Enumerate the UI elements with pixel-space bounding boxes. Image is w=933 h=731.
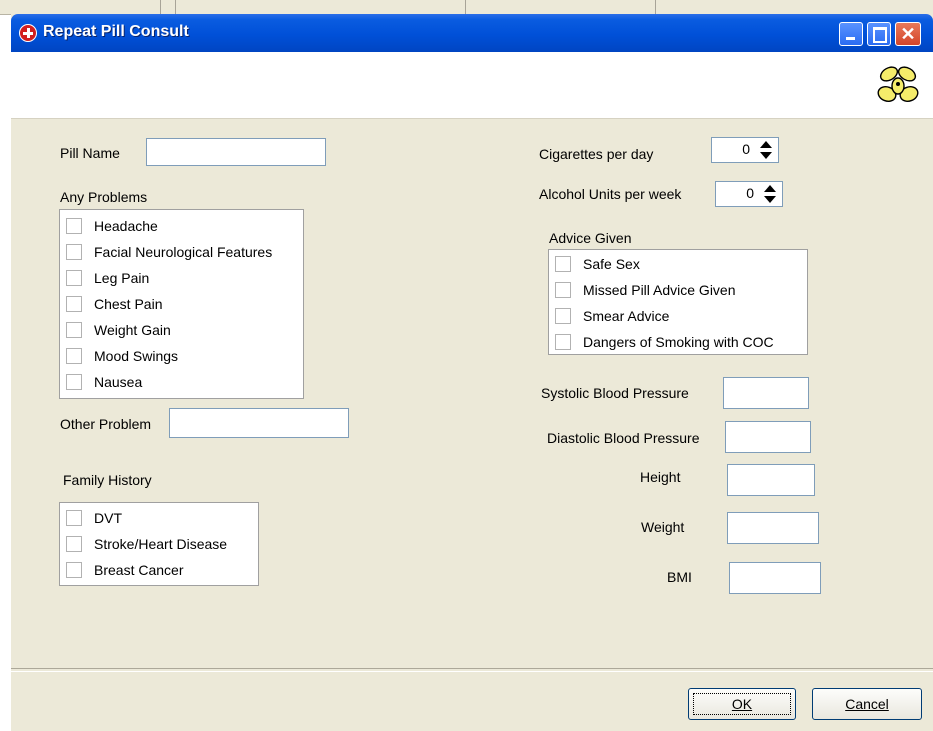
problem-item[interactable]: Leg Pain: [66, 267, 149, 289]
cigarettes-stepper[interactable]: 0: [711, 137, 779, 163]
bmi-input[interactable]: [729, 562, 821, 594]
other-problem-label: Other Problem: [60, 416, 152, 432]
bmi-label: BMI: [667, 569, 692, 585]
advice-item[interactable]: Missed Pill Advice Given: [555, 279, 736, 301]
maximize-icon: [873, 27, 887, 43]
checkbox[interactable]: [555, 256, 571, 272]
ok-button-label: OK: [731, 696, 753, 712]
problem-item[interactable]: Nausea: [66, 371, 142, 393]
advice-label-text: Missed Pill Advice Given: [583, 282, 736, 298]
background-app-strip: [0, 0, 933, 15]
minimize-icon: [846, 37, 855, 40]
family-history-checklist: DVT Stroke/Heart Disease Breast Cancer: [59, 502, 259, 586]
arrow-down-icon[interactable]: [760, 152, 772, 159]
close-button[interactable]: ✕: [895, 22, 921, 46]
pill-name-input[interactable]: [146, 138, 326, 166]
family-history-label: Family History: [63, 472, 152, 488]
advice-item[interactable]: Safe Sex: [555, 253, 640, 275]
alcohol-stepper[interactable]: 0: [715, 181, 783, 207]
background-divider: [655, 0, 656, 14]
maximize-button[interactable]: [867, 22, 891, 46]
background-divider: [465, 0, 466, 14]
family-history-label-text: DVT: [94, 510, 122, 526]
problem-label: Leg Pain: [94, 270, 150, 286]
height-input[interactable]: [727, 464, 815, 496]
advice-item[interactable]: Smear Advice: [555, 305, 669, 327]
any-problems-label: Any Problems: [60, 189, 148, 205]
close-icon: ✕: [900, 24, 916, 44]
family-history-label-text: Stroke/Heart Disease: [94, 536, 228, 552]
background-divider: [175, 0, 176, 14]
checkbox[interactable]: [66, 218, 82, 234]
advice-given-label: Advice Given: [549, 230, 632, 246]
problem-item[interactable]: Chest Pain: [66, 293, 162, 315]
family-history-item[interactable]: DVT: [66, 507, 122, 529]
other-problem-input[interactable]: [169, 408, 349, 438]
problems-checklist: Headache Facial Neurological Features Le…: [59, 209, 304, 399]
advice-checklist: Safe Sex Missed Pill Advice Given Smear …: [548, 249, 808, 355]
checkbox[interactable]: [66, 348, 82, 364]
pill-name-label: Pill Name: [60, 145, 120, 161]
advice-label-text: Dangers of Smoking with COC: [583, 334, 774, 350]
problem-item[interactable]: Facial Neurological Features: [66, 241, 272, 263]
family-history-item[interactable]: Stroke/Heart Disease: [66, 533, 227, 555]
problem-label: Weight Gain: [94, 322, 171, 338]
spin-arrows[interactable]: [763, 184, 777, 204]
weight-input[interactable]: [727, 512, 819, 544]
problem-item[interactable]: Mood Swings: [66, 345, 178, 367]
background-divider: [160, 0, 161, 14]
alcohol-value: 0: [746, 185, 754, 201]
arrow-up-icon[interactable]: [760, 141, 772, 148]
problem-item[interactable]: Headache: [66, 215, 158, 237]
family-history-item[interactable]: Breast Cancer: [66, 559, 183, 581]
problem-label: Facial Neurological Features: [94, 244, 273, 260]
diastolic-label: Diastolic Blood Pressure: [547, 430, 700, 446]
problem-item[interactable]: Weight Gain: [66, 319, 171, 341]
problem-label: Chest Pain: [94, 296, 163, 312]
checkbox[interactable]: [66, 510, 82, 526]
problem-label: Nausea: [94, 374, 143, 390]
ok-button[interactable]: OK: [688, 688, 796, 720]
footer-divider: [11, 668, 933, 672]
alcohol-label: Alcohol Units per week: [539, 186, 682, 202]
cancel-button-label: Cancel: [845, 696, 889, 712]
cigarettes-value: 0: [742, 141, 750, 157]
checkbox[interactable]: [66, 244, 82, 260]
checkbox[interactable]: [66, 296, 82, 312]
yellow-flower-icon: [877, 66, 919, 102]
arrow-down-icon[interactable]: [764, 196, 776, 203]
red-cross-icon[interactable]: [19, 24, 37, 42]
checkbox[interactable]: [555, 308, 571, 324]
window-title: Repeat Pill Consult: [43, 23, 189, 40]
advice-label-text: Smear Advice: [583, 308, 670, 324]
diastolic-input[interactable]: [725, 421, 811, 453]
checkbox[interactable]: [66, 536, 82, 552]
checkbox[interactable]: [555, 282, 571, 298]
checkbox[interactable]: [66, 270, 82, 286]
systolic-label: Systolic Blood Pressure: [541, 385, 689, 401]
checkbox[interactable]: [66, 322, 82, 338]
checkbox[interactable]: [66, 374, 82, 390]
arrow-up-icon[interactable]: [764, 185, 776, 192]
systolic-input[interactable]: [723, 377, 809, 409]
checkbox[interactable]: [555, 334, 571, 350]
advice-item[interactable]: Dangers of Smoking with COC: [555, 331, 774, 353]
family-history-label-text: Breast Cancer: [94, 562, 184, 578]
dialog-window: Repeat Pill Consult ✕ Pill Name Any Prob…: [11, 14, 933, 731]
weight-label: Weight: [641, 519, 685, 535]
advice-label-text: Safe Sex: [583, 256, 640, 272]
spin-arrows[interactable]: [759, 140, 773, 160]
problem-label: Mood Swings: [94, 348, 179, 364]
checkbox[interactable]: [66, 562, 82, 578]
title-bar[interactable]: Repeat Pill Consult ✕: [11, 14, 933, 52]
problem-label: Headache: [94, 218, 158, 234]
minimize-button[interactable]: [839, 22, 863, 46]
header-band: [11, 52, 933, 119]
cigarettes-label: Cigarettes per day: [539, 146, 654, 162]
cancel-button[interactable]: Cancel: [812, 688, 922, 720]
height-label: Height: [640, 469, 681, 485]
